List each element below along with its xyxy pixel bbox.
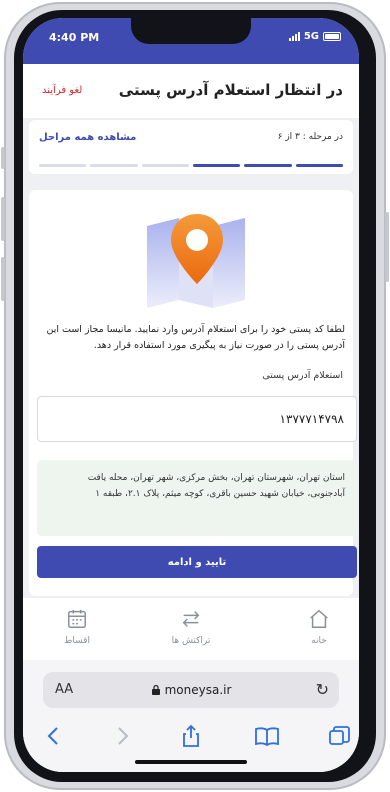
nav-item-transactions[interactable]: تراکنش ها [151, 608, 231, 646]
step-progress-bar [39, 164, 343, 168]
home-icon [310, 609, 328, 628]
volume-up-button [1, 197, 5, 241]
screen: 4:40 PM 5G در انتظار استعلام آدرس پستی ل… [23, 18, 359, 772]
step-segment-6 [39, 164, 87, 167]
postal-code-input[interactable] [37, 396, 357, 442]
page-title: در انتظار استعلام آدرس پستی [118, 81, 343, 99]
postal-code-label: استعلام آدرس پستی [262, 370, 343, 381]
home-indicator [135, 760, 247, 764]
back-icon[interactable] [39, 724, 69, 748]
nav-label-home: خانه [311, 636, 327, 646]
bottom-nav: خانه تراکنش ها اقساط [23, 598, 359, 660]
browser-chrome: AA moneysa.ir ↻ [23, 660, 359, 772]
cancel-process-link[interactable]: لغو فرآیند [42, 85, 82, 96]
step-segment-3 [192, 164, 241, 167]
nav-label-transactions: تراکنش ها [171, 636, 211, 646]
step-progress-card: در مرحله : ۳ از ۶ مشاهده همه مراحل [29, 120, 353, 174]
postal-code-card: لطفا کد پستی خود را برای استعلام آدرس وا… [29, 190, 357, 596]
address-result: استان تهران، شهرستان تهران، بخش مرکزی، ش… [37, 460, 357, 536]
map-pin-icon [147, 214, 245, 308]
phone-side-button [1, 147, 5, 169]
volume-down-button [1, 257, 5, 301]
url-display: moneysa.ir [43, 683, 339, 697]
view-all-steps-link[interactable]: مشاهده همه مراحل [39, 132, 136, 143]
forward-icon[interactable] [107, 724, 137, 748]
lock-icon [151, 684, 160, 695]
url-text: moneysa.ir [164, 683, 232, 697]
reload-icon[interactable]: ↻ [316, 680, 329, 699]
step-segment-4 [141, 164, 189, 167]
network-label: 5G [303, 31, 319, 42]
page-header: در انتظار استعلام آدرس پستی لغو فرآیند [23, 64, 359, 118]
status-bar: 4:40 PM 5G [23, 18, 359, 64]
nav-label-installments: اقساط [64, 636, 90, 646]
signal-icon [288, 32, 300, 41]
step-segment-2 [244, 164, 292, 167]
nav-item-home[interactable]: خانه [279, 608, 359, 646]
battery-icon [323, 32, 341, 41]
tabs-icon[interactable] [325, 724, 355, 748]
nav-item-installments[interactable]: اقساط [37, 608, 117, 646]
step-counter: در مرحله : ۳ از ۶ [277, 132, 343, 142]
bookmarks-icon[interactable] [252, 724, 282, 748]
step-segment-5 [90, 164, 138, 167]
camera-notch [131, 18, 251, 44]
transfer-icon [182, 611, 200, 627]
step-segment-1 [295, 164, 343, 167]
share-icon[interactable] [176, 724, 206, 748]
calendar-icon [68, 609, 86, 628]
browser-toolbar [23, 716, 359, 756]
description-text: لطفا کد پستی خود را برای استعلام آدرس وا… [46, 324, 345, 351]
status-time: 4:40 PM [49, 31, 100, 44]
power-button [385, 212, 389, 282]
status-indicators: 5G [288, 31, 341, 42]
confirm-continue-button[interactable]: تایید و ادامه [37, 546, 357, 578]
address-bar[interactable]: AA moneysa.ir ↻ [43, 672, 339, 708]
